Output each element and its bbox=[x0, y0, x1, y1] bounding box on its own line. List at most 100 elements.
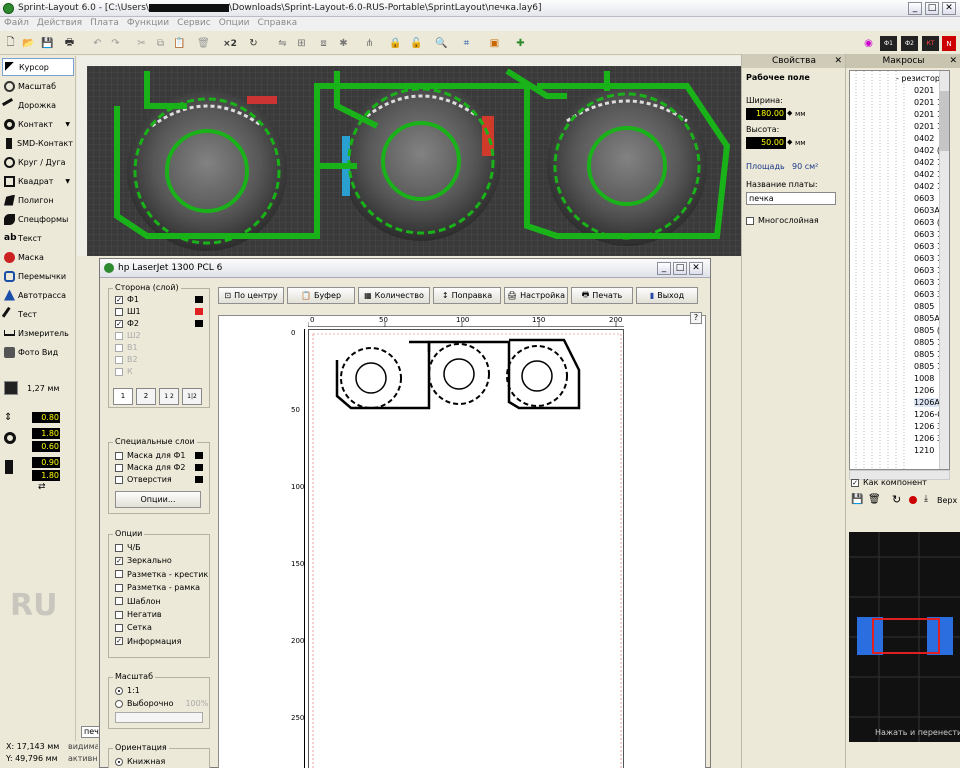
radio-dot[interactable] bbox=[115, 757, 123, 766]
menu-actions[interactable]: Действия bbox=[33, 17, 86, 29]
macro-item[interactable]: 0805 bbox=[914, 302, 934, 311]
dialog-minimize-button[interactable]: _ bbox=[657, 262, 671, 275]
as-component-checkbox[interactable]: ✓ Как компонент bbox=[851, 478, 927, 487]
tool-square[interactable]: Квадрат ▼ bbox=[2, 172, 74, 190]
dialog-maximize-button[interactable]: □ bbox=[673, 262, 687, 275]
checkbox-box[interactable] bbox=[115, 343, 123, 352]
checkbox-box[interactable] bbox=[115, 570, 123, 579]
menu-board[interactable]: Плата bbox=[86, 17, 123, 29]
checkbox-box[interactable] bbox=[115, 307, 123, 316]
macro-item[interactable]: 0402 bbox=[914, 134, 934, 143]
holes-option[interactable]: Отверстия bbox=[115, 475, 172, 484]
tool-zoom[interactable]: Масштаб bbox=[2, 77, 74, 95]
macro-tree[interactable]: - резисторы 0201 0201 1k 0201 1k 0201 1k 040… bbox=[849, 70, 950, 470]
menu-options[interactable]: Опции bbox=[215, 17, 254, 29]
tool-photo-view[interactable]: Фото Вид bbox=[2, 343, 74, 361]
layer-option[interactable]: ✓ Ф2 bbox=[115, 319, 139, 328]
minimize-button[interactable]: _ bbox=[908, 2, 922, 15]
portrait-radio[interactable]: Книжная bbox=[115, 757, 165, 766]
tool-mask[interactable]: Маска bbox=[2, 248, 74, 266]
pad-inner-value[interactable]: 0.60 bbox=[32, 441, 60, 452]
layer-n-icon[interactable]: N bbox=[942, 36, 956, 51]
checkbox-box[interactable] bbox=[746, 216, 754, 225]
correction-button[interactable]: ↕ Поправка bbox=[433, 287, 501, 304]
macro-item[interactable]: 0805A bbox=[914, 314, 940, 323]
center-button[interactable]: ⊡ По центру bbox=[218, 287, 284, 304]
mask-f2-option[interactable]: Маска для Ф2 bbox=[115, 463, 185, 472]
color-swatch[interactable] bbox=[195, 464, 203, 471]
tool-polygon[interactable]: Полигон bbox=[2, 191, 74, 209]
lock-icon[interactable]: 🔒 bbox=[388, 36, 403, 51]
board-name-input[interactable]: печка bbox=[746, 192, 836, 205]
page-mode-split[interactable]: 1|2 bbox=[182, 388, 202, 405]
layer-option[interactable]: ✓ Ф1 bbox=[115, 295, 139, 304]
board-tab[interactable]: печ bbox=[81, 726, 101, 738]
group-icon[interactable]: ⧈ bbox=[316, 36, 331, 51]
color-swatch[interactable] bbox=[195, 320, 203, 327]
layer-k-icon[interactable]: КТ bbox=[922, 36, 939, 51]
tool-jumper[interactable]: Перемычки bbox=[2, 267, 74, 285]
tool-track[interactable]: Дорожка bbox=[1, 96, 74, 114]
print-option[interactable]: Шаблон bbox=[115, 597, 161, 606]
align-icon[interactable]: ⊞ bbox=[294, 36, 309, 51]
checkbox-box[interactable]: ✓ bbox=[851, 478, 859, 487]
delete-icon[interactable]: 🗑 bbox=[196, 36, 211, 51]
checkbox-box[interactable] bbox=[115, 367, 123, 376]
mask-f1-option[interactable]: Маска для Ф1 bbox=[115, 451, 185, 460]
layer-option[interactable]: Ш2 bbox=[115, 331, 141, 340]
print-option[interactable]: ✓ Зеркально bbox=[115, 556, 172, 565]
tool-special-shapes[interactable]: Спецформы bbox=[2, 210, 74, 228]
checkbox-box[interactable] bbox=[115, 475, 123, 484]
pad-outer-value[interactable]: 1.80 bbox=[32, 428, 60, 439]
tool-cursor[interactable]: Курсор bbox=[2, 58, 74, 76]
color-swatch[interactable] bbox=[195, 308, 203, 315]
rotate-icon[interactable]: ↻ bbox=[246, 36, 261, 51]
duplicate-x2-button[interactable]: ×2 bbox=[220, 36, 240, 51]
macro-item[interactable]: 1210 bbox=[914, 446, 934, 455]
tool-autoroute[interactable]: Автотрасса bbox=[2, 286, 74, 304]
checkbox-box[interactable]: ✓ bbox=[115, 295, 123, 304]
page-mode-stack[interactable]: 1 2 bbox=[159, 388, 179, 405]
cut-icon[interactable]: ✂ bbox=[134, 36, 149, 51]
options-button[interactable]: Опции... bbox=[115, 491, 201, 508]
menu-service[interactable]: Сервис bbox=[173, 17, 215, 29]
drc-icon[interactable]: ✚ bbox=[513, 36, 528, 51]
layer-f2-icon[interactable]: Ф2 bbox=[901, 36, 918, 51]
grid-icon[interactable] bbox=[4, 381, 18, 395]
delete-icon[interactable]: 🗑 bbox=[868, 494, 881, 505]
download-icon[interactable]: ⤓ bbox=[924, 494, 928, 504]
scale-custom-radio[interactable]: Выборочно 100% bbox=[115, 699, 208, 708]
side-label[interactable]: Верх bbox=[937, 496, 957, 505]
track-width-value[interactable]: 0.80 bbox=[32, 412, 60, 423]
macro-item[interactable]: 1206A bbox=[914, 398, 940, 407]
checkbox-box[interactable] bbox=[115, 583, 123, 592]
tool-measure[interactable]: Измеритель bbox=[2, 324, 74, 342]
menu-functions[interactable]: Функции bbox=[123, 17, 173, 29]
checkbox-box[interactable] bbox=[115, 451, 123, 460]
layer-option[interactable]: Ш1 bbox=[115, 307, 141, 316]
checkbox-box[interactable]: ✓ bbox=[115, 637, 123, 646]
height-input[interactable]: 50.00 bbox=[746, 137, 786, 149]
tool-pad[interactable]: Контакт ▼ bbox=[2, 115, 74, 133]
swap-icon[interactable]: ⇄ bbox=[38, 482, 46, 492]
close-icon[interactable]: ✕ bbox=[949, 54, 957, 68]
save-icon[interactable]: 💾 bbox=[40, 36, 55, 51]
macro-item[interactable]: 0201 bbox=[914, 86, 934, 95]
image-icon[interactable]: ▣ bbox=[487, 36, 502, 51]
scrollbar-thumb[interactable] bbox=[939, 91, 949, 151]
connect-icon[interactable]: ⋔ bbox=[362, 36, 377, 51]
layer-option[interactable]: В1 bbox=[115, 343, 138, 352]
multilayer-checkbox[interactable]: Многослойная bbox=[746, 216, 819, 225]
close-button[interactable]: ✕ bbox=[942, 2, 956, 15]
checkbox-box[interactable]: ✓ bbox=[115, 319, 123, 328]
save-icon[interactable]: 💾 bbox=[851, 494, 863, 505]
page-mode-1[interactable]: 1 bbox=[113, 388, 133, 405]
zoom-fit-icon[interactable]: 🔍 bbox=[434, 36, 449, 51]
exit-button[interactable]: ▮ Выход bbox=[636, 287, 698, 304]
undo-icon[interactable]: ↶ bbox=[90, 36, 105, 51]
tool-smd-pad[interactable]: SMD-Контакт bbox=[2, 134, 74, 152]
setup-button[interactable]: 🖨 Настройка bbox=[504, 287, 568, 304]
pcb-canvas[interactable] bbox=[77, 56, 741, 256]
help-button[interactable]: ? bbox=[690, 312, 702, 324]
dropdown-arrow-icon[interactable]: ▼ bbox=[65, 178, 70, 185]
